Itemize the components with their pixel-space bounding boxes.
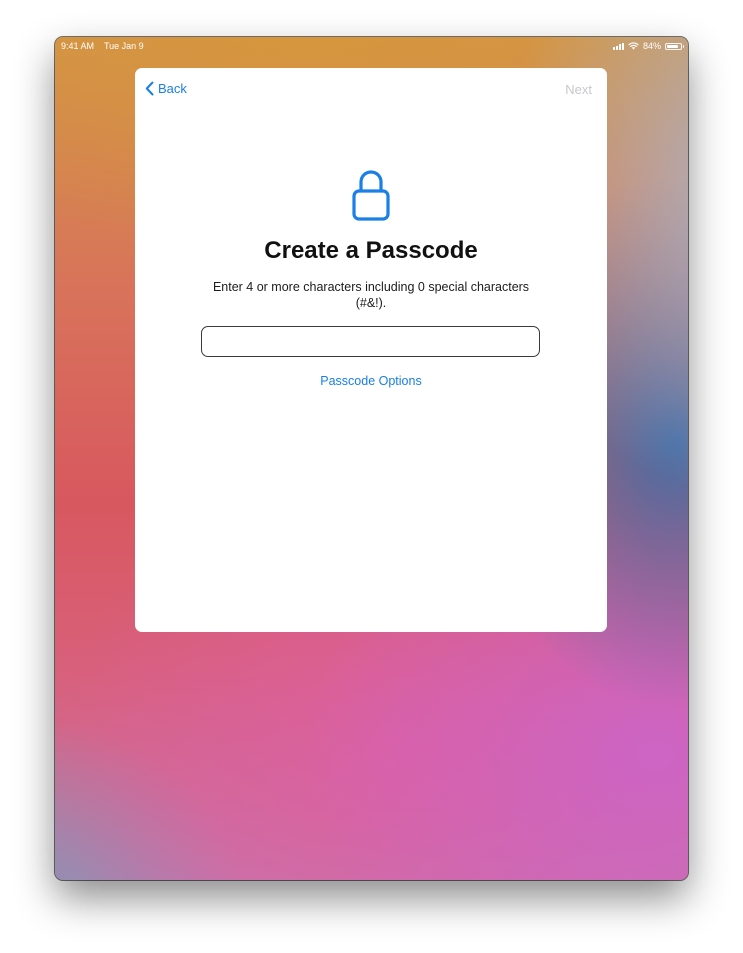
battery-icon bbox=[665, 42, 684, 50]
passcode-input[interactable] bbox=[201, 326, 540, 357]
passcode-options-container: Passcode Options bbox=[135, 374, 607, 388]
back-button[interactable]: Back bbox=[145, 81, 187, 96]
next-button[interactable]: Next bbox=[565, 82, 592, 97]
status-indicators: 84% bbox=[612, 37, 684, 55]
back-button-label: Back bbox=[158, 81, 187, 96]
passcode-requirements-text: Enter 4 or more characters including 0 s… bbox=[212, 280, 530, 310]
wifi-icon bbox=[628, 42, 639, 50]
chevron-left-icon bbox=[145, 81, 154, 96]
battery-level-fill bbox=[667, 44, 678, 48]
passcode-options-link[interactable]: Passcode Options bbox=[320, 374, 421, 388]
lock-icon bbox=[352, 170, 390, 221]
status-bar: 9:41 AM Tue Jan 9 84% bbox=[55, 37, 688, 55]
signal-icon bbox=[612, 42, 624, 50]
ipad-simulator-window: 9:41 AM Tue Jan 9 84% Back Next Create a… bbox=[55, 37, 688, 880]
passcode-setup-sheet: Back Next Create a Passcode Enter 4 or m… bbox=[135, 68, 607, 632]
status-date: Tue Jan 9 bbox=[104, 41, 144, 51]
page-title: Create a Passcode bbox=[264, 237, 478, 264]
battery-percentage: 84% bbox=[642, 41, 661, 51]
status-time: 9:41 AM bbox=[61, 41, 95, 51]
